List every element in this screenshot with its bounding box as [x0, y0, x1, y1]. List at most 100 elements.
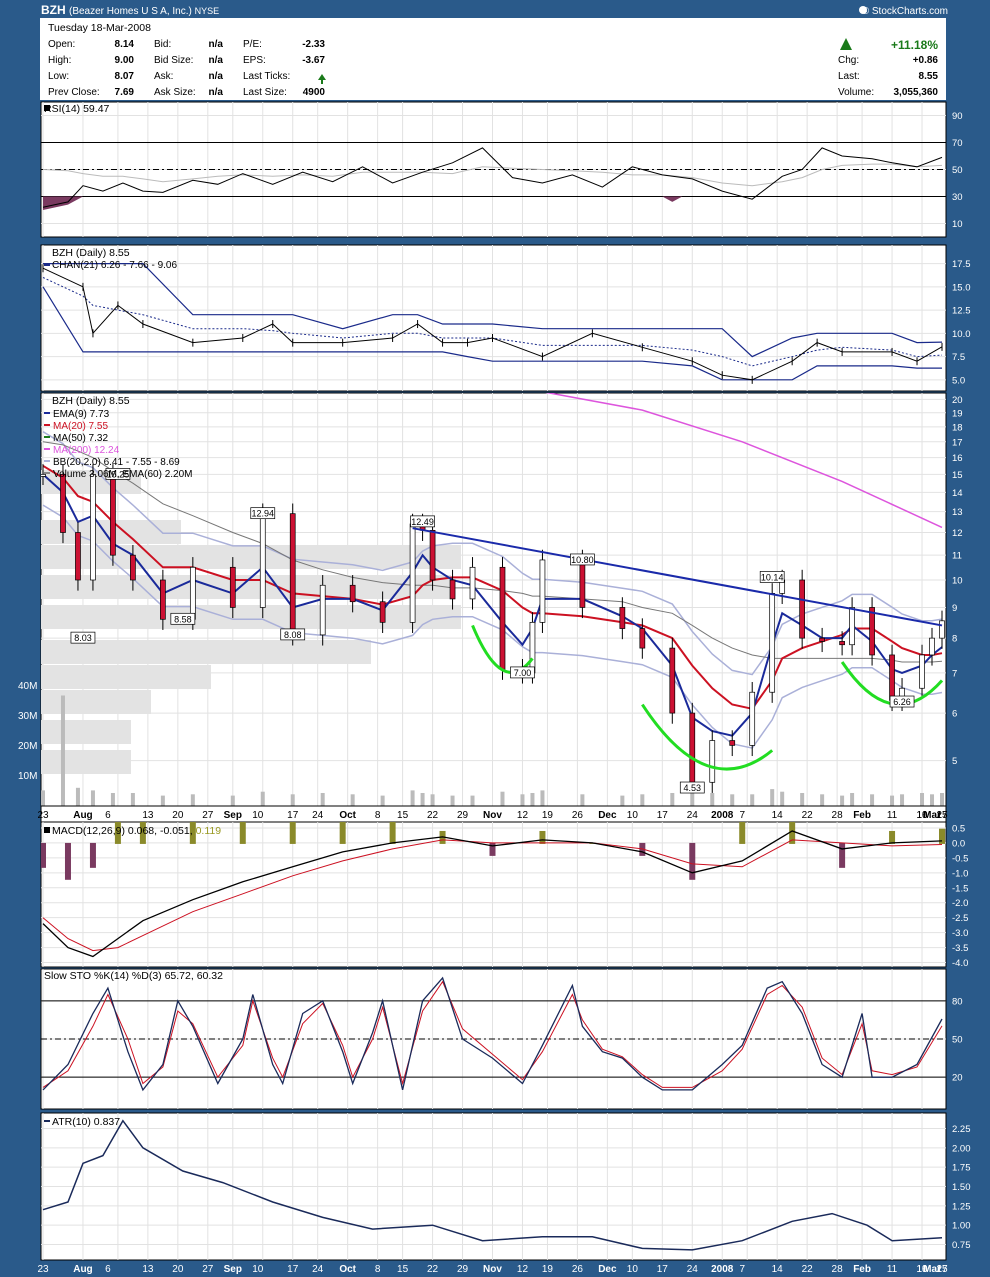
- x-tick-label: 22: [802, 810, 814, 821]
- volume-bar: [920, 793, 925, 806]
- channel-title: BZH (Daily) 8.55: [52, 247, 130, 259]
- x-tick-label: 13: [142, 810, 154, 821]
- price-candle: [110, 474, 116, 556]
- price-candle: [90, 474, 96, 581]
- legend-entry: MA(20) 7.55: [53, 421, 108, 432]
- x-tick-label: 19: [542, 810, 554, 821]
- volume-bar: [190, 794, 195, 806]
- y-tick-label: 9: [952, 603, 957, 614]
- x-tick-label: 24: [312, 810, 324, 821]
- price-annotation: 7.00: [514, 668, 532, 678]
- x-tick-label: 8: [375, 1264, 381, 1275]
- price-candle: [349, 584, 356, 603]
- field-label: Last Ticks:: [243, 71, 290, 82]
- x-tick-label: 20: [172, 810, 184, 821]
- x-tick-label: 12: [517, 1264, 529, 1275]
- volume-bar: [900, 794, 905, 806]
- price-annotation: 10.14: [761, 572, 784, 582]
- volume-bar: [730, 794, 735, 806]
- x-tick-label: Sep: [224, 1264, 242, 1275]
- volume-bar: [870, 794, 875, 806]
- volume-bar: [690, 791, 695, 806]
- y-tick-label: -1.0: [952, 868, 968, 879]
- x-tick-label: 11: [887, 810, 898, 821]
- x-tick-label: 11: [887, 1264, 898, 1275]
- channel-legend: CHAN(21) 6.26 - 7.66 - 9.06: [52, 260, 177, 271]
- x-tick-label: 10: [916, 810, 928, 821]
- legend-entry: Volume 3.06M, EMA(60) 2.20M: [53, 469, 193, 480]
- price-candle: [579, 559, 586, 608]
- price-candle: [709, 740, 716, 783]
- field-label: High:: [48, 55, 71, 66]
- y-tick-label: 50: [952, 165, 963, 176]
- volume-bar: [840, 795, 845, 806]
- price-candle: [319, 584, 326, 636]
- volume-bar: [820, 794, 825, 806]
- x-tick-label: Sep: [224, 810, 242, 821]
- x-tick-label: 19: [542, 1264, 554, 1275]
- x-tick-label: 14: [772, 810, 784, 821]
- price-candle: [41, 474, 46, 477]
- y-tick-label: 0.0: [952, 838, 965, 849]
- volume-by-price-bar: [41, 690, 151, 714]
- price-candle: [839, 641, 845, 646]
- volume-bar: [380, 795, 385, 806]
- rsi-panel: 10 30 50 70 90 RSI(14) 59.47: [40, 101, 963, 238]
- x-axis-bottom: 23 Aug 6 13 20 27 Sep 10 17 24 Oct 8 15 22 29 Nov 12 19 26…: [37, 1264, 948, 1275]
- x-tick-label: 26: [572, 1264, 584, 1275]
- field-value: 4900: [303, 87, 326, 98]
- volume-bar: [710, 793, 715, 806]
- volume-bar: [940, 793, 944, 806]
- symbol: BZH: [41, 3, 69, 17]
- volume-bar: [110, 793, 115, 806]
- price-candle: [669, 647, 676, 714]
- price-annotation: 8.03: [74, 633, 92, 643]
- x-tick-label: Dec: [598, 810, 617, 821]
- price-candle: [889, 654, 895, 701]
- y-tick-label: 10.0: [952, 329, 971, 340]
- field-label: Bid Size:: [154, 55, 193, 66]
- volume-bar: [850, 793, 855, 806]
- y-tick-label: -3.5: [952, 943, 968, 954]
- legend-entry: MA(50) 7.32: [53, 433, 108, 444]
- volume-bar: [260, 791, 265, 806]
- x-tick-label: 28: [832, 1264, 844, 1275]
- x-tick-label: 15: [397, 810, 409, 821]
- credit-text: © StockCharts.com: [862, 6, 948, 17]
- volume-bar: [580, 794, 585, 806]
- y-tick-label: 10: [952, 576, 963, 587]
- volume-tick-label: 30M: [18, 711, 37, 722]
- price-candle: [160, 579, 166, 620]
- y-tick-label: 80: [952, 996, 963, 1007]
- field-value: 3,055,360: [894, 87, 939, 98]
- volume-by-price-bar: [41, 720, 131, 744]
- price-candle: [689, 712, 696, 783]
- y-tick-label: 0.75: [952, 1240, 971, 1251]
- price-candle: [769, 593, 776, 693]
- x-tick-label: 24: [687, 810, 699, 821]
- y-tick-label: 19: [952, 408, 963, 419]
- x-tick-label: 26: [572, 810, 584, 821]
- field-label: P/E:: [243, 39, 262, 50]
- x-tick-label: 17: [287, 1264, 299, 1275]
- macd-histogram-bar: [539, 830, 546, 844]
- stoch-title: Slow STO %K(14) %D(3) 65.72, 60.32: [44, 970, 223, 982]
- rsi-title: RSI(14) 59.47: [44, 103, 110, 115]
- field-label: Volume:: [838, 87, 874, 98]
- y-tick-label: 6: [952, 709, 957, 720]
- price-candle: [449, 579, 456, 600]
- x-tick-label: 27: [202, 1264, 214, 1275]
- x-tick-label: 24: [687, 1264, 699, 1275]
- x-tick-label: Aug: [73, 1264, 92, 1275]
- volume-bar: [770, 789, 775, 806]
- macd-histogram-bar: [739, 822, 746, 844]
- price-candle: [749, 691, 756, 746]
- volume-bar: [350, 794, 355, 806]
- legend-entry: BB(20,2.0) 6.41 - 7.55 - 8.69: [53, 457, 180, 468]
- x-tick-label: 22: [802, 1264, 814, 1275]
- macd-hist-value: 0.119: [196, 825, 222, 837]
- price-annotation: 12.94: [251, 509, 274, 519]
- x-tick-label: Nov: [483, 1264, 502, 1275]
- y-tick-label: 15.0: [952, 282, 971, 293]
- y-tick-label: 1.00: [952, 1221, 971, 1232]
